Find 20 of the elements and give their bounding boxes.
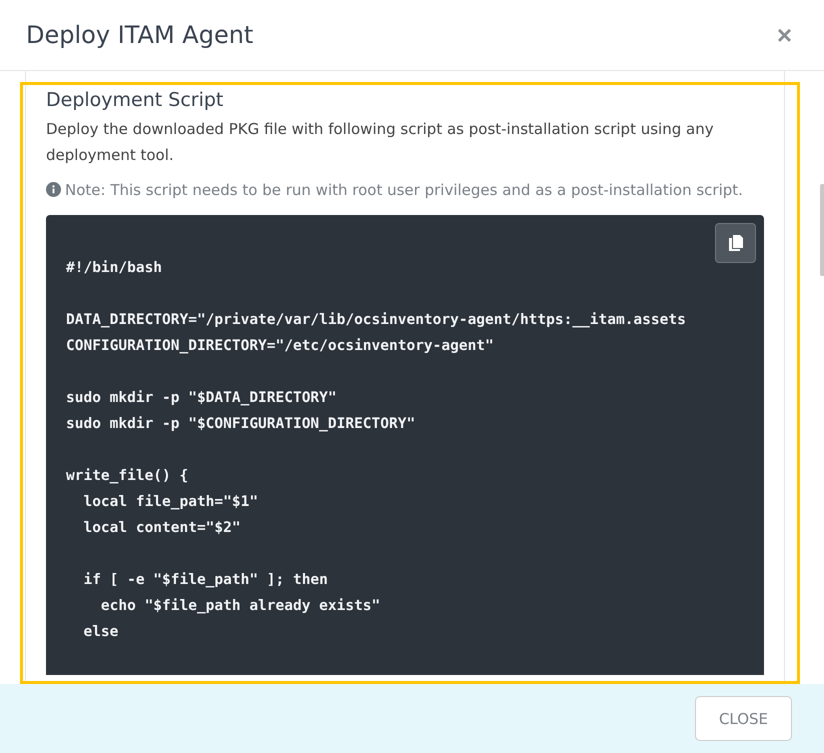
code-line: #!/bin/bash	[66, 259, 164, 278]
code-line: if [ -e "$file_path" ]; then	[82, 571, 329, 590]
scrollbar-thumb[interactable]	[820, 184, 824, 276]
modal-title: Deploy ITAM Agent	[26, 21, 254, 49]
copy-button[interactable]	[715, 223, 756, 263]
close-button[interactable]: CLOSE	[695, 696, 792, 741]
code-line: write_file() {	[66, 467, 190, 486]
note-text: Note: This script needs to be run with root user privileges and as a post-installation script.	[65, 180, 743, 201]
description-text: Deploy the downloaded PKG file with following script as post-installation script using any deployment tool.	[46, 119, 715, 166]
code-line: echo "$file_path already exists"	[100, 597, 382, 616]
code-line: CONFIGURATION_DIRECTORY="/etc/ocsinventory-agent"	[66, 337, 495, 356]
code-line: local content="$2"	[82, 519, 242, 538]
info-icon	[46, 182, 61, 197]
section-heading: Deployment Script	[46, 89, 224, 111]
code-line: sudo mkdir -p "$DATA_DIRECTORY"	[66, 389, 338, 408]
code-line: sudo mkdir -p "$CONFIGURATION_DIRECTORY"	[66, 415, 416, 434]
code-line: local file_path="$1"	[82, 493, 260, 512]
copy-icon	[728, 235, 742, 251]
code-line: else	[82, 623, 120, 642]
code-line: DATA_DIRECTORY="/private/var/lib/ocsinventory-agent/https:__itam.assets	[66, 311, 687, 330]
